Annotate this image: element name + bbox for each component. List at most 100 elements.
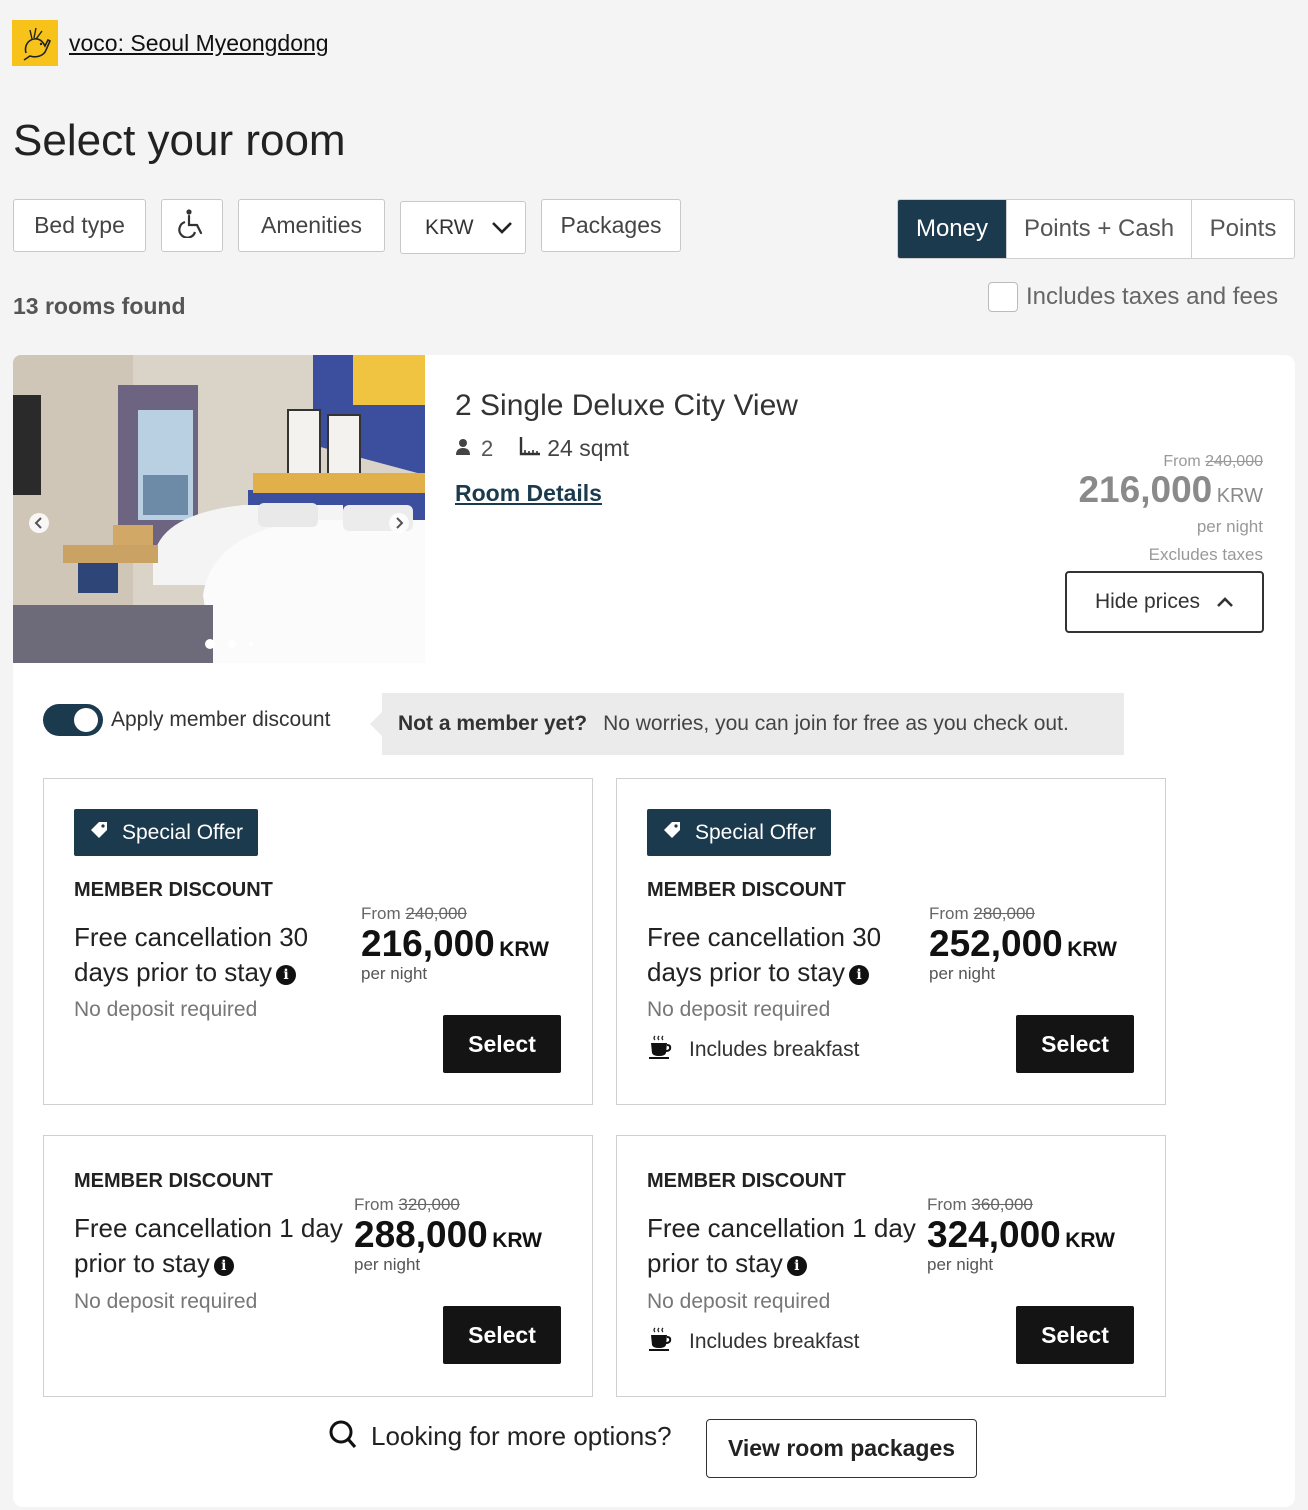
member-discount-toggle-row: Apply member discount bbox=[43, 704, 330, 736]
breakfast-label: Includes breakfast bbox=[689, 1038, 860, 1061]
room-price-currency: KRW bbox=[1216, 485, 1263, 507]
room-size-icon bbox=[519, 436, 541, 462]
cancellation-text: Free cancellation 30 days prior to stay bbox=[74, 922, 309, 987]
member-discount-toggle[interactable] bbox=[43, 704, 103, 736]
hide-prices-button[interactable]: Hide prices bbox=[1065, 571, 1264, 633]
room-size: 24 sqmt bbox=[547, 435, 630, 461]
offer-amount-row: 252,000 KRW bbox=[929, 924, 1117, 964]
room-details-link[interactable]: Room Details bbox=[455, 480, 602, 507]
amenities-label: Amenities bbox=[261, 212, 362, 238]
member-bubble-title: Not a member yet? bbox=[398, 712, 588, 735]
includes-taxes-toggle[interactable]: Includes taxes and fees bbox=[988, 282, 1278, 312]
offer-heading: MEMBER DISCOUNT bbox=[74, 879, 273, 901]
offer-amount: 216,000 bbox=[361, 923, 495, 964]
room-card: 2 Single Deluxe City View 2 24 sqmt Room… bbox=[13, 355, 1295, 1507]
deposit-note: No deposit required bbox=[74, 1290, 258, 1313]
tag-icon bbox=[90, 821, 108, 845]
hotel-name-link[interactable]: voco: Seoul Myeongdong bbox=[69, 30, 329, 57]
select-button[interactable]: Select bbox=[1016, 1306, 1134, 1364]
info-icon[interactable]: i bbox=[786, 1256, 807, 1276]
bed-type-label: Bed type bbox=[34, 212, 125, 238]
cancellation-text: Free cancellation 30 days prior to stay bbox=[647, 922, 882, 987]
room-photo-carousel[interactable] bbox=[13, 355, 425, 663]
offer-amount: 324,000 bbox=[927, 1214, 1061, 1255]
payment-toggle: Money Points + Cash Points bbox=[897, 199, 1295, 259]
currency-select[interactable]: KRW bbox=[400, 201, 526, 254]
select-button[interactable]: Select bbox=[1016, 1015, 1134, 1073]
special-offer-badge: Special Offer bbox=[74, 809, 259, 856]
currency-value: KRW bbox=[425, 215, 474, 239]
tax-note: Excludes taxes bbox=[1148, 545, 1263, 564]
amenities-filter[interactable]: Amenities bbox=[238, 199, 385, 252]
info-icon[interactable]: i bbox=[848, 965, 869, 985]
room-price-amount: 216,000 bbox=[1078, 469, 1213, 510]
brand: voco: Seoul Myeongdong bbox=[12, 20, 329, 66]
room-price-summary: From 240,000 216,000 KRW per night Exclu… bbox=[1078, 453, 1263, 565]
rate-offer: Special Offer MEMBER DISCOUNT Free cance… bbox=[43, 778, 593, 1105]
taxes-checkbox[interactable] bbox=[988, 282, 1018, 312]
breakfast-label: Includes breakfast bbox=[689, 1330, 860, 1353]
search-icon bbox=[329, 1419, 357, 1454]
offer-per-night: per night bbox=[361, 964, 428, 983]
offer-per-night: per night bbox=[929, 964, 996, 983]
offer-price: From 280,000 252,000 KRW per night bbox=[929, 904, 1117, 984]
offer-amount-row: 288,000 KRW bbox=[354, 1215, 542, 1255]
accessibility-filter[interactable] bbox=[161, 199, 223, 252]
offer-original-price: 280,000 bbox=[973, 904, 1035, 923]
guest-icon bbox=[455, 436, 471, 462]
offer-currency: KRW bbox=[492, 1229, 542, 1252]
more-options-text: Looking for more options? bbox=[371, 1421, 672, 1451]
taxes-label: Includes taxes and fees bbox=[1026, 283, 1279, 310]
points-cash-option[interactable]: Points + Cash bbox=[1007, 200, 1192, 258]
deposit-note: No deposit required bbox=[647, 998, 831, 1021]
deposit-note: No deposit required bbox=[647, 1290, 831, 1313]
offer-from-line: From 280,000 bbox=[929, 904, 1117, 924]
bed-type-filter[interactable]: Bed type bbox=[13, 199, 146, 252]
offer-per-night: per night bbox=[927, 1255, 994, 1274]
cancellation-text: Free cancellation 1 day prior to stay bbox=[74, 1213, 343, 1278]
offer-amount: 288,000 bbox=[354, 1214, 488, 1255]
room-price: 216,000 KRW bbox=[1078, 471, 1263, 517]
hide-prices-label: Hide prices bbox=[1094, 590, 1201, 613]
rate-offer: MEMBER DISCOUNT Free cancellation 1 day … bbox=[616, 1135, 1166, 1397]
points-option[interactable]: Points bbox=[1192, 200, 1294, 258]
breakfast-row: Includes breakfast bbox=[647, 1326, 859, 1358]
view-room-packages-button[interactable]: View room packages bbox=[706, 1419, 977, 1478]
offer-from-line: From 240,000 bbox=[361, 904, 549, 924]
info-icon[interactable]: i bbox=[213, 1256, 234, 1276]
packages-filter[interactable]: Packages bbox=[541, 199, 681, 252]
rate-offer: MEMBER DISCOUNT Free cancellation 1 day … bbox=[43, 1135, 593, 1397]
special-offer-badge: Special Offer bbox=[647, 809, 832, 856]
from-label: From bbox=[1163, 453, 1201, 470]
rate-offer: Special Offer MEMBER DISCOUNT Free cance… bbox=[616, 778, 1166, 1105]
wheelchair-icon bbox=[178, 208, 206, 244]
offer-amount: 252,000 bbox=[929, 923, 1063, 964]
original-price: 240,000 bbox=[1205, 453, 1263, 470]
page-title: Select your room bbox=[13, 116, 346, 165]
offer-currency: KRW bbox=[499, 938, 549, 961]
select-button[interactable]: Select bbox=[443, 1015, 561, 1073]
offer-price: From 360,000 324,000 KRW per night bbox=[927, 1195, 1115, 1275]
tag-icon bbox=[663, 821, 681, 845]
packages-label: Packages bbox=[560, 212, 662, 238]
more-options-row: Looking for more options? bbox=[329, 1419, 672, 1454]
member-discount-label: Apply member discount bbox=[111, 708, 331, 731]
room-name: 2 Single Deluxe City View bbox=[455, 389, 798, 422]
special-offer-label: Special Offer bbox=[122, 820, 244, 844]
special-offer-label: Special Offer bbox=[695, 820, 817, 844]
deposit-note: No deposit required bbox=[74, 998, 258, 1021]
offer-amount-row: 216,000 KRW bbox=[361, 924, 549, 964]
select-button[interactable]: Select bbox=[443, 1306, 561, 1364]
chevron-up-icon bbox=[1216, 590, 1234, 614]
member-bubble-text: No worries, you can join for free as you… bbox=[603, 712, 1069, 735]
room-meta: 2 24 sqmt bbox=[455, 435, 629, 462]
offer-per-night: per night bbox=[354, 1255, 421, 1274]
offer-heading: MEMBER DISCOUNT bbox=[74, 1170, 273, 1192]
offer-price: From 240,000 216,000 KRW per night bbox=[361, 904, 549, 984]
voco-logo-icon[interactable] bbox=[12, 20, 58, 66]
money-option[interactable]: Money bbox=[898, 200, 1007, 258]
info-icon[interactable]: i bbox=[275, 965, 296, 985]
chevron-down-icon bbox=[491, 214, 513, 241]
rooms-found-count: 13 rooms found bbox=[13, 293, 186, 319]
offer-heading: MEMBER DISCOUNT bbox=[647, 879, 846, 901]
